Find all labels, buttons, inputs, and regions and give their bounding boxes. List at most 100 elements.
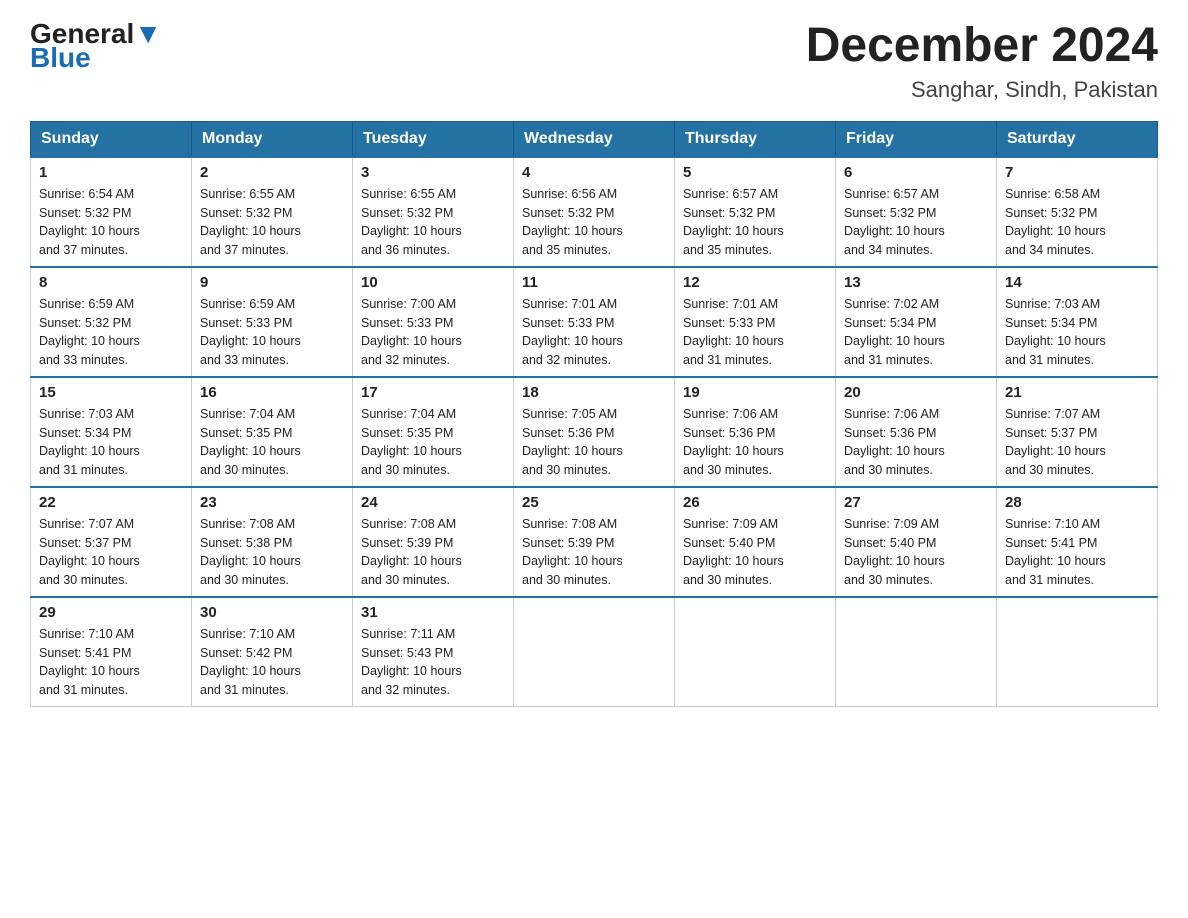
day-number: 6 (844, 164, 988, 181)
day-number: 14 (1005, 274, 1149, 291)
weekday-header-friday: Friday (836, 121, 997, 157)
day-info: Sunrise: 7:04 AMSunset: 5:35 PMDaylight:… (361, 405, 505, 480)
calendar-cell: 11 Sunrise: 7:01 AMSunset: 5:33 PMDayligh… (514, 267, 675, 377)
calendar-week-row: 22 Sunrise: 7:07 AMSunset: 5:37 PMDayligh… (31, 487, 1158, 597)
day-info: Sunrise: 6:59 AMSunset: 5:32 PMDaylight:… (39, 295, 183, 370)
title-block: December 2024 Sanghar, Sindh, Pakistan (806, 20, 1158, 103)
day-number: 26 (683, 494, 827, 511)
day-number: 27 (844, 494, 988, 511)
day-info: Sunrise: 6:56 AMSunset: 5:32 PMDaylight:… (522, 185, 666, 260)
calendar-cell: 5Sunrise: 6:57 AMSunset: 5:32 PMDaylight… (675, 157, 836, 267)
calendar-cell: 8Sunrise: 6:59 AMSunset: 5:32 PMDaylight… (31, 267, 192, 377)
calendar-cell: 31Sunrise: 7:11 AMSunset: 5:43 PMDayligh… (353, 597, 514, 707)
calendar-cell: 4Sunrise: 6:56 AMSunset: 5:32 PMDaylight… (514, 157, 675, 267)
day-info: Sunrise: 7:05 AMSunset: 5:36 PMDaylight:… (522, 405, 666, 480)
day-number: 11 (522, 274, 666, 291)
day-info: Sunrise: 6:59 AMSunset: 5:33 PMDaylight:… (200, 295, 344, 370)
day-number: 9 (200, 274, 344, 291)
day-info: Sunrise: 7:00 AMSunset: 5:33 PMDaylight:… (361, 295, 505, 370)
day-info: Sunrise: 6:57 AMSunset: 5:32 PMDaylight:… (844, 185, 988, 260)
calendar-cell: 20 Sunrise: 7:06 AMSunset: 5:36 PMDayligh… (836, 377, 997, 487)
weekday-header-saturday: Saturday (997, 121, 1158, 157)
calendar-cell: 14 Sunrise: 7:03 AMSunset: 5:34 PMDayligh… (997, 267, 1158, 377)
day-info: Sunrise: 7:06 AMSunset: 5:36 PMDaylight:… (844, 405, 988, 480)
day-number: 19 (683, 384, 827, 401)
day-number: 12 (683, 274, 827, 291)
calendar-cell: 12 Sunrise: 7:01 AMSunset: 5:33 PMDayligh… (675, 267, 836, 377)
calendar-cell: 6 Sunrise: 6:57 AMSunset: 5:32 PMDaylight… (836, 157, 997, 267)
day-number: 22 (39, 494, 183, 511)
calendar-cell: 30 Sunrise: 7:10 AMSunset: 5:42 PMDayligh… (192, 597, 353, 707)
calendar-cell: 17 Sunrise: 7:04 AMSunset: 5:35 PMDayligh… (353, 377, 514, 487)
day-info: Sunrise: 7:09 AMSunset: 5:40 PMDaylight:… (683, 515, 827, 590)
calendar-week-row: 1 Sunrise: 6:54 AMSunset: 5:32 PMDaylight… (31, 157, 1158, 267)
calendar-cell: 10Sunrise: 7:00 AMSunset: 5:33 PMDayligh… (353, 267, 514, 377)
day-info: Sunrise: 6:58 AMSunset: 5:32 PMDaylight:… (1005, 185, 1149, 260)
day-info: Sunrise: 6:54 AMSunset: 5:32 PMDaylight:… (39, 185, 183, 260)
day-info: Sunrise: 7:10 AMSunset: 5:41 PMDaylight:… (1005, 515, 1149, 590)
calendar-week-row: 29 Sunrise: 7:10 AMSunset: 5:41 PMDayligh… (31, 597, 1158, 707)
day-number: 28 (1005, 494, 1149, 511)
logo: General▼ Blue (30, 20, 162, 72)
calendar-cell: 1 Sunrise: 6:54 AMSunset: 5:32 PMDaylight… (31, 157, 192, 267)
day-info: Sunrise: 7:03 AMSunset: 5:34 PMDaylight:… (39, 405, 183, 480)
calendar-cell: 16Sunrise: 7:04 AMSunset: 5:35 PMDayligh… (192, 377, 353, 487)
day-info: Sunrise: 7:09 AMSunset: 5:40 PMDaylight:… (844, 515, 988, 590)
calendar-cell: 7 Sunrise: 6:58 AMSunset: 5:32 PMDaylight… (997, 157, 1158, 267)
weekday-header-monday: Monday (192, 121, 353, 157)
calendar-cell: 2Sunrise: 6:55 AMSunset: 5:32 PMDaylight… (192, 157, 353, 267)
day-number: 5 (683, 164, 827, 181)
calendar-cell: 13 Sunrise: 7:02 AMSunset: 5:34 PMDayligh… (836, 267, 997, 377)
calendar-cell: 23 Sunrise: 7:08 AMSunset: 5:38 PMDayligh… (192, 487, 353, 597)
page-title: December 2024 (806, 20, 1158, 73)
page-subtitle: Sanghar, Sindh, Pakistan (806, 77, 1158, 103)
day-info: Sunrise: 7:06 AMSunset: 5:36 PMDaylight:… (683, 405, 827, 480)
calendar-table: SundayMondayTuesdayWednesdayThursdayFrid… (30, 121, 1158, 707)
weekday-header-sunday: Sunday (31, 121, 192, 157)
calendar-week-row: 15 Sunrise: 7:03 AMSunset: 5:34 PMDayligh… (31, 377, 1158, 487)
calendar-cell: 18 Sunrise: 7:05 AMSunset: 5:36 PMDayligh… (514, 377, 675, 487)
day-number: 30 (200, 604, 344, 621)
calendar-cell: 15 Sunrise: 7:03 AMSunset: 5:34 PMDayligh… (31, 377, 192, 487)
weekday-header-tuesday: Tuesday (353, 121, 514, 157)
day-number: 21 (1005, 384, 1149, 401)
day-info: Sunrise: 7:01 AMSunset: 5:33 PMDaylight:… (683, 295, 827, 370)
day-info: Sunrise: 7:08 AMSunset: 5:38 PMDaylight:… (200, 515, 344, 590)
day-info: Sunrise: 7:07 AMSunset: 5:37 PMDaylight:… (39, 515, 183, 590)
calendar-cell: 26 Sunrise: 7:09 AMSunset: 5:40 PMDayligh… (675, 487, 836, 597)
day-info: Sunrise: 7:04 AMSunset: 5:35 PMDaylight:… (200, 405, 344, 480)
day-number: 24 (361, 494, 505, 511)
day-info: Sunrise: 6:55 AMSunset: 5:32 PMDaylight:… (200, 185, 344, 260)
day-number: 18 (522, 384, 666, 401)
day-number: 17 (361, 384, 505, 401)
calendar-cell: 25Sunrise: 7:08 AMSunset: 5:39 PMDayligh… (514, 487, 675, 597)
calendar-week-row: 8Sunrise: 6:59 AMSunset: 5:32 PMDaylight… (31, 267, 1158, 377)
calendar-cell: 9 Sunrise: 6:59 AMSunset: 5:33 PMDaylight… (192, 267, 353, 377)
day-info: Sunrise: 7:02 AMSunset: 5:34 PMDaylight:… (844, 295, 988, 370)
calendar-cell (514, 597, 675, 707)
calendar-cell: 3Sunrise: 6:55 AMSunset: 5:32 PMDaylight… (353, 157, 514, 267)
day-info: Sunrise: 7:03 AMSunset: 5:34 PMDaylight:… (1005, 295, 1149, 370)
calendar-cell (836, 597, 997, 707)
day-number: 20 (844, 384, 988, 401)
calendar-cell: 22 Sunrise: 7:07 AMSunset: 5:37 PMDayligh… (31, 487, 192, 597)
calendar-cell (675, 597, 836, 707)
day-info: Sunrise: 6:55 AMSunset: 5:32 PMDaylight:… (361, 185, 505, 260)
day-number: 7 (1005, 164, 1149, 181)
calendar-cell: 19 Sunrise: 7:06 AMSunset: 5:36 PMDayligh… (675, 377, 836, 487)
calendar-cell: 28 Sunrise: 7:10 AMSunset: 5:41 PMDayligh… (997, 487, 1158, 597)
day-info: Sunrise: 7:10 AMSunset: 5:42 PMDaylight:… (200, 625, 344, 700)
day-number: 23 (200, 494, 344, 511)
page-header: General▼ Blue December 2024 Sanghar, Sin… (30, 20, 1158, 103)
day-number: 13 (844, 274, 988, 291)
calendar-cell (997, 597, 1158, 707)
weekday-header-thursday: Thursday (675, 121, 836, 157)
day-number: 1 (39, 164, 183, 181)
day-number: 25 (522, 494, 666, 511)
day-info: Sunrise: 7:01 AMSunset: 5:33 PMDaylight:… (522, 295, 666, 370)
day-info: Sunrise: 7:08 AMSunset: 5:39 PMDaylight:… (361, 515, 505, 590)
day-number: 15 (39, 384, 183, 401)
calendar-header-row: SundayMondayTuesdayWednesdayThursdayFrid… (31, 121, 1158, 157)
day-number: 29 (39, 604, 183, 621)
day-info: Sunrise: 7:10 AMSunset: 5:41 PMDaylight:… (39, 625, 183, 700)
